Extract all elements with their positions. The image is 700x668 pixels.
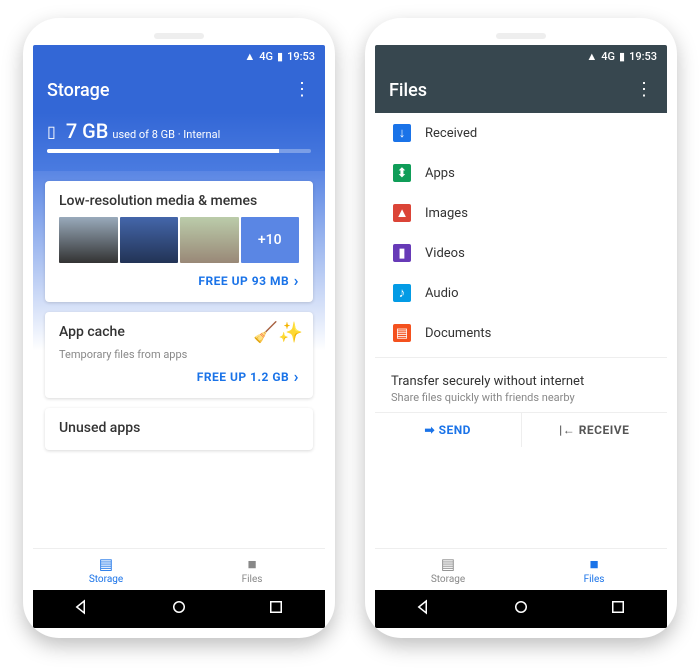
android-nav-bar: [33, 590, 325, 628]
signal-icon: ▲: [586, 50, 597, 63]
receive-button[interactable]: |← RECEIVE: [522, 413, 668, 447]
button-label: RECEIVE: [579, 423, 630, 437]
category-label: Audio: [425, 286, 458, 301]
card-low-res-media[interactable]: Low-resolution media & memes +10 FREE UP…: [45, 181, 313, 302]
recents-icon[interactable]: [609, 598, 627, 620]
tab-label: Storage: [89, 574, 123, 585]
send-icon: ➡: [425, 423, 436, 437]
category-documents[interactable]: ▤ Documents: [375, 313, 667, 353]
transfer-subtitle: Share files quickly with friends nearby: [391, 391, 651, 404]
category-apps[interactable]: ⬍ Apps: [375, 153, 667, 193]
battery-icon: ▮: [619, 50, 625, 63]
android-nav-bar: [375, 590, 667, 628]
home-icon[interactable]: [170, 598, 188, 620]
usage-bar: [47, 149, 311, 153]
status-bar: ▲ 4G ▮ 19:53: [33, 45, 325, 67]
category-videos[interactable]: ▮ Videos: [375, 233, 667, 273]
phone-storage: ▲ 4G ▮ 19:53 Storage ⋮ ▯ 7 GB used of 8 …: [23, 18, 335, 638]
usage-detail: used of 8 GB · Internal: [112, 128, 220, 141]
clock: 19:53: [629, 50, 657, 63]
network-label: 4G: [601, 50, 615, 63]
category-list: ↓ Received ⬍ Apps ▲ Images ▮ Videos ♪ Au…: [375, 113, 667, 548]
category-received[interactable]: ↓ Received: [375, 113, 667, 153]
device-icon: ▯: [47, 122, 56, 141]
receive-icon: |←: [559, 423, 575, 437]
recents-icon[interactable]: [267, 598, 285, 620]
transfer-buttons: ➡ SEND |← RECEIVE: [375, 412, 667, 447]
folder-icon: ■: [247, 555, 256, 573]
card-title: Unused apps: [59, 420, 299, 436]
button-label: SEND: [439, 423, 471, 437]
app-bar: Storage ⋮: [33, 67, 325, 113]
tab-files[interactable]: ■ Files: [179, 549, 325, 590]
thumbnail[interactable]: [120, 217, 179, 263]
cards-area[interactable]: Low-resolution media & memes +10 FREE UP…: [33, 171, 325, 548]
category-label: Documents: [425, 326, 491, 341]
screen: ▲ 4G ▮ 19:53 Storage ⋮ ▯ 7 GB used of 8 …: [33, 45, 325, 628]
page-title: Files: [389, 80, 427, 101]
tab-label: Files: [242, 574, 263, 585]
storage-icon: ▤: [441, 555, 455, 573]
category-images[interactable]: ▲ Images: [375, 193, 667, 233]
transfer-title: Transfer securely without internet: [391, 374, 651, 389]
bottom-nav: ▤ Storage ■ Files: [33, 548, 325, 590]
page-title: Storage: [47, 80, 110, 101]
tab-storage[interactable]: ▤ Storage: [33, 549, 179, 590]
divider: [375, 357, 667, 358]
screen: ▲ 4G ▮ 19:53 Files ⋮ ↓ Received ⬍ Apps ▲…: [375, 45, 667, 628]
transfer-section: Transfer securely without internet Share…: [375, 362, 667, 412]
thumbnail[interactable]: [180, 217, 239, 263]
overflow-menu-icon[interactable]: ⋮: [293, 81, 311, 99]
bottom-nav: ▤ Storage ■ Files: [375, 548, 667, 590]
images-icon: ▲: [393, 204, 411, 222]
folder-icon: ■: [589, 555, 598, 573]
card-subtitle: Temporary files from apps: [59, 348, 299, 361]
tab-storage[interactable]: ▤ Storage: [375, 549, 521, 590]
storage-icon: ▤: [99, 555, 113, 573]
status-bar: ▲ 4G ▮ 19:53: [375, 45, 667, 67]
free-up-button[interactable]: FREE UP 93 MB: [59, 271, 299, 290]
apps-icon: ⬍: [393, 164, 411, 182]
app-bar: Files ⋮: [375, 67, 667, 113]
tab-files[interactable]: ■ Files: [521, 549, 667, 590]
phone-speaker: [154, 33, 204, 39]
card-unused-apps[interactable]: Unused apps: [45, 408, 313, 450]
tab-label: Storage: [431, 574, 465, 585]
card-app-cache[interactable]: App cache Temporary files from apps 🧹✨ F…: [45, 312, 313, 398]
thumbnail-more[interactable]: +10: [241, 217, 300, 263]
documents-icon: ▤: [393, 324, 411, 342]
free-up-button[interactable]: FREE UP 1.2 GB: [59, 367, 299, 386]
cleanup-illustration-icon: 🧹✨: [253, 320, 303, 344]
usage-amount: 7 GB: [66, 119, 109, 143]
send-button[interactable]: ➡ SEND: [375, 413, 522, 447]
category-label: Apps: [425, 166, 455, 181]
clock: 19:53: [287, 50, 315, 63]
card-title: Low-resolution media & memes: [59, 193, 299, 209]
videos-icon: ▮: [393, 244, 411, 262]
signal-icon: ▲: [244, 50, 255, 63]
battery-icon: ▮: [277, 50, 283, 63]
back-icon[interactable]: [415, 598, 433, 620]
thumbnail[interactable]: [59, 217, 118, 263]
tab-label: Files: [584, 574, 605, 585]
storage-summary: ▯ 7 GB used of 8 GB · Internal: [33, 113, 325, 171]
overflow-menu-icon[interactable]: ⋮: [635, 81, 653, 99]
category-label: Received: [425, 126, 477, 141]
audio-icon: ♪: [393, 284, 411, 302]
network-label: 4G: [259, 50, 273, 63]
home-icon[interactable]: [512, 598, 530, 620]
category-audio[interactable]: ♪ Audio: [375, 273, 667, 313]
phone-speaker: [496, 33, 546, 39]
received-icon: ↓: [393, 124, 411, 142]
back-icon[interactable]: [73, 598, 91, 620]
phone-files: ▲ 4G ▮ 19:53 Files ⋮ ↓ Received ⬍ Apps ▲…: [365, 18, 677, 638]
category-label: Videos: [425, 246, 465, 261]
thumbnail-row: +10: [59, 217, 299, 263]
category-label: Images: [425, 206, 468, 221]
